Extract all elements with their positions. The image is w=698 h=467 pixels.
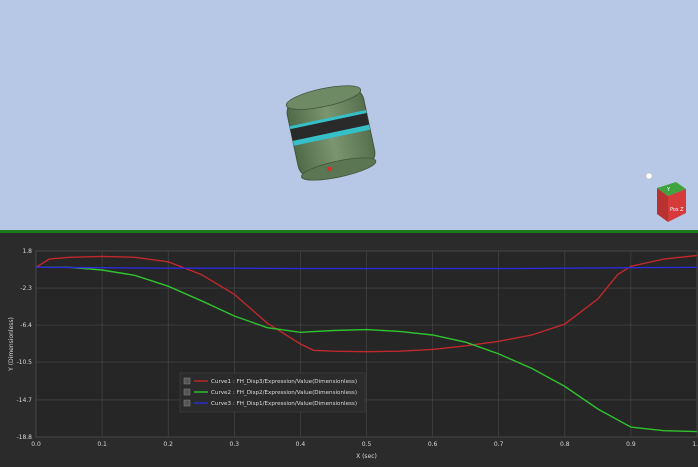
legend-entry-1: Curve1 : FH_Disp3/Expression/Value(Dimen… bbox=[211, 379, 357, 385]
line-chart[interactable]: 0.0 0.1 0.2 0.3 0.4 0.5 0.6 0.7 0.8 0.9 1.0 1.8 -2.3… bbox=[0, 233, 698, 467]
y-tick-label: 1.8 bbox=[22, 248, 32, 255]
cube-front-label: Pos Z bbox=[670, 207, 684, 213]
y-tick-label: -18.8 bbox=[16, 434, 32, 441]
x-tick-label: 0.4 bbox=[296, 441, 306, 448]
legend-entry-2: Curve2 : FH_Disp2/Expression/Value(Dimen… bbox=[211, 390, 357, 396]
orientation-cube[interactable]: Y Pos Z bbox=[645, 172, 686, 222]
y-tick-label: -14.7 bbox=[16, 397, 32, 404]
3d-viewport[interactable]: Y Pos Z bbox=[0, 0, 698, 230]
x-axis-label: X (sec) bbox=[356, 453, 377, 460]
y-tick-label: -6.4 bbox=[20, 322, 32, 329]
x-tick-label: 0.3 bbox=[230, 441, 240, 448]
scene-canvas: Y Pos Z bbox=[283, 81, 686, 222]
x-tick-label: 0.8 bbox=[560, 441, 570, 448]
x-tick-label: 1.0 bbox=[692, 441, 698, 448]
legend-checkbox-2 bbox=[183, 388, 191, 396]
mechanical-part[interactable] bbox=[283, 81, 378, 185]
y-tick-label: -2.3 bbox=[20, 285, 32, 292]
y-axis-label: Y (Dimensionless) bbox=[8, 317, 15, 372]
x-tick-label: 0.7 bbox=[494, 441, 504, 448]
legend-checkbox-3 bbox=[183, 399, 191, 407]
x-tick-label: 0.5 bbox=[362, 441, 372, 448]
legend-entry-3: Curve3 : FH_Disp1/Expression/Value(Dimen… bbox=[211, 401, 357, 407]
x-tick-label: 0.6 bbox=[428, 441, 438, 448]
x-tick-label: 0.2 bbox=[163, 441, 173, 448]
x-tick-label: 0.0 bbox=[31, 441, 41, 448]
x-tick-label: 0.1 bbox=[97, 441, 107, 448]
legend-checkbox-1 bbox=[183, 377, 191, 385]
y-tick-label: -10.5 bbox=[16, 359, 32, 366]
x-tick-label: 0.9 bbox=[626, 441, 636, 448]
plot-panel[interactable]: 0.0 0.1 0.2 0.3 0.4 0.5 0.6 0.7 0.8 0.9 1.0 1.8 -2.3… bbox=[0, 233, 698, 467]
